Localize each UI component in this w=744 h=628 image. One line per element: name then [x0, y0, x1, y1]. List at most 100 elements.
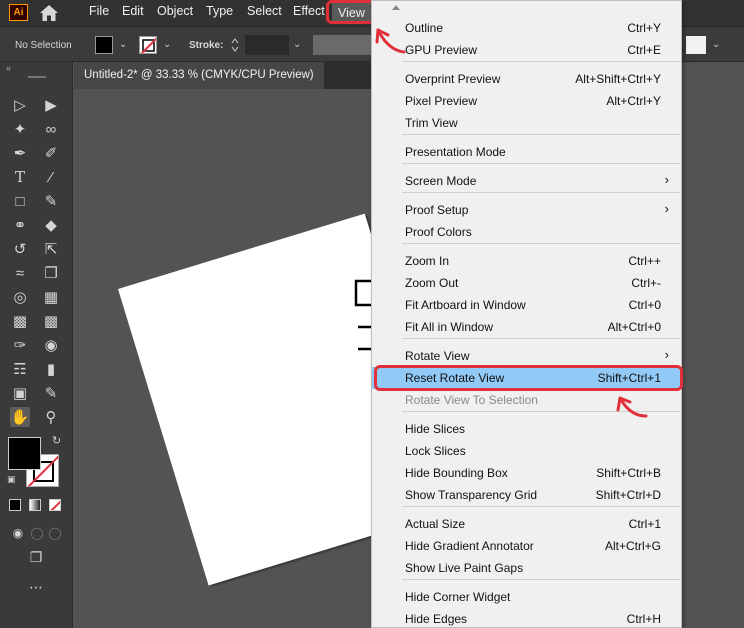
- stepper-icon[interactable]: [230, 36, 240, 54]
- selection-tool-icon[interactable]: ▷: [10, 95, 30, 115]
- menu-item-pixel-preview[interactable]: Pixel Preview Alt+Ctrl+Y: [372, 90, 681, 112]
- panel-grip-icon[interactable]: [28, 76, 46, 78]
- eyedropper-tool-icon[interactable]: ✑: [10, 335, 30, 355]
- chevron-down-icon[interactable]: ⌄: [119, 39, 127, 50]
- menu-item-shortcut: Ctrl+-: [631, 276, 661, 290]
- illustrator-logo-icon: Ai: [9, 4, 28, 21]
- curvature-tool-icon[interactable]: ✐: [41, 143, 61, 163]
- more-tools-icon[interactable]: ⋯: [26, 577, 46, 597]
- menu-item-fit-all-in-window[interactable]: Fit All in Window Alt+Ctrl+0: [372, 316, 681, 338]
- menu-item-label: Presentation Mode: [405, 145, 506, 159]
- artboard-tool-icon[interactable]: ▣: [10, 383, 30, 403]
- menu-object[interactable]: Object: [157, 4, 193, 18]
- gradient-mode-icon[interactable]: [29, 499, 41, 511]
- menu-separator: [402, 579, 680, 580]
- artwork-shape: [354, 279, 374, 351]
- chevron-right-icon: ›: [664, 201, 669, 216]
- slice-tool-icon[interactable]: ✎: [41, 383, 61, 403]
- menu-item-label: Hide Edges: [405, 612, 468, 626]
- color-mode-icon[interactable]: [9, 499, 21, 511]
- eraser-tool-icon[interactable]: ◆: [41, 215, 61, 235]
- menu-item-hide-slices[interactable]: Hide Slices: [372, 418, 681, 440]
- mesh-tool-icon[interactable]: ▩: [10, 311, 30, 331]
- free-transform-tool-icon[interactable]: ❐: [41, 263, 61, 283]
- column-graph-tool-icon[interactable]: ▮: [41, 359, 61, 379]
- menu-item-show-live-paint-gaps[interactable]: Show Live Paint Gaps: [372, 557, 681, 579]
- menu-item-rotate-view[interactable]: Rotate View ›: [372, 345, 681, 367]
- menu-item-screen-mode[interactable]: Screen Mode ›: [372, 170, 681, 192]
- direct-selection-tool-icon[interactable]: ▶: [41, 95, 61, 115]
- menu-effect[interactable]: Effect: [293, 4, 325, 18]
- menu-item-zoom-out[interactable]: Zoom Out Ctrl+-: [372, 272, 681, 294]
- zoom-tool-icon[interactable]: ⚲: [41, 407, 61, 427]
- menu-edit[interactable]: Edit: [122, 4, 144, 18]
- reset-rotate-highlight-box: [374, 365, 683, 391]
- menu-item-presentation-mode[interactable]: Presentation Mode: [372, 141, 681, 163]
- menu-item-gpu-preview[interactable]: GPU Preview Ctrl+E: [372, 39, 681, 61]
- menu-item-show-transparency-grid[interactable]: Show Transparency Grid Shift+Ctrl+D: [372, 484, 681, 506]
- canvas[interactable]: [74, 89, 374, 628]
- annotation-arrow-icon: [616, 396, 648, 418]
- menu-item-label: Fit Artboard in Window: [405, 298, 526, 312]
- menu-separator: [402, 506, 680, 507]
- scale-tool-icon[interactable]: ⇱: [41, 239, 61, 259]
- chevron-down-icon[interactable]: ⌄: [293, 39, 301, 50]
- fill-swatch[interactable]: [95, 36, 113, 54]
- menu-item-hide-corner-widget[interactable]: Hide Corner Widget: [372, 586, 681, 608]
- stroke-swatch[interactable]: [139, 36, 157, 54]
- menu-item-hide-bounding-box[interactable]: Hide Bounding Box Shift+Ctrl+B: [372, 462, 681, 484]
- menu-item-hide-edges[interactable]: Hide Edges Ctrl+H: [372, 608, 681, 628]
- menu-item-fit-artboard-in-window[interactable]: Fit Artboard in Window Ctrl+0: [372, 294, 681, 316]
- menu-select[interactable]: Select: [247, 4, 282, 18]
- menu-item-label: Hide Corner Widget: [405, 590, 511, 604]
- swap-colors-icon[interactable]: ↻: [52, 434, 61, 447]
- chevron-down-icon[interactable]: ⌄: [163, 39, 171, 50]
- menu-item-outline[interactable]: Outline Ctrl+Y: [372, 17, 681, 39]
- menu-item-proof-setup[interactable]: Proof Setup ›: [372, 199, 681, 221]
- shaper-tool-icon[interactable]: ⚭: [10, 215, 30, 235]
- hand-tool-icon[interactable]: ✋: [10, 407, 30, 427]
- menu-file[interactable]: File: [89, 4, 109, 18]
- stroke-weight-field[interactable]: [245, 35, 289, 55]
- menu-type[interactable]: Type: [206, 4, 233, 18]
- menu-item-shortcut: Shift+Ctrl+D: [595, 488, 661, 502]
- blend-tool-icon[interactable]: ◉: [41, 335, 61, 355]
- default-colors-icon[interactable]: ▣: [7, 474, 16, 485]
- menu-item-trim-view[interactable]: Trim View: [372, 112, 681, 134]
- none-mode-icon[interactable]: [49, 499, 61, 511]
- draw-inside-icon[interactable]: ◯: [45, 523, 65, 543]
- menu-separator: [402, 134, 680, 135]
- lasso-tool-icon[interactable]: ∞: [41, 119, 61, 139]
- style-swatch[interactable]: [686, 36, 706, 54]
- warp-tool-icon[interactable]: ≈: [10, 263, 30, 283]
- document-tab[interactable]: Untitled-2* @ 33.33 % (CMYK/CPU Preview): [74, 62, 324, 89]
- shape-builder-tool-icon[interactable]: ◎: [10, 287, 30, 307]
- line-tool-icon[interactable]: ⁄: [41, 167, 61, 187]
- variable-width-profile[interactable]: [313, 35, 373, 55]
- scroll-up-icon[interactable]: [392, 5, 400, 10]
- rotate-tool-icon[interactable]: ↺: [10, 239, 30, 259]
- magic-wand-tool-icon[interactable]: ✦: [10, 119, 30, 139]
- menu-item-lock-slices[interactable]: Lock Slices: [372, 440, 681, 462]
- menu-item-actual-size[interactable]: Actual Size Ctrl+1: [372, 513, 681, 535]
- menu-item-shortcut: Ctrl+E: [627, 43, 661, 57]
- home-icon[interactable]: [39, 4, 59, 22]
- gradient-tool-icon[interactable]: ▩: [41, 311, 61, 331]
- menu-item-proof-colors[interactable]: Proof Colors: [372, 221, 681, 243]
- draw-normal-icon[interactable]: ◉: [8, 523, 28, 543]
- chevron-down-icon[interactable]: ⌄: [712, 39, 720, 50]
- menu-item-hide-gradient-annotator[interactable]: Hide Gradient Annotator Alt+Ctrl+G: [372, 535, 681, 557]
- pen-tool-icon[interactable]: ✒: [10, 143, 30, 163]
- menu-item-zoom-in[interactable]: Zoom In Ctrl++: [372, 250, 681, 272]
- perspective-grid-tool-icon[interactable]: ▦: [41, 287, 61, 307]
- screen-mode-icon[interactable]: ❐: [26, 547, 46, 567]
- draw-behind-icon[interactable]: ◯: [27, 523, 47, 543]
- menu-item-label: Pixel Preview: [405, 94, 478, 108]
- paintbrush-tool-icon[interactable]: ✎: [41, 191, 61, 211]
- selection-status: No Selection: [15, 40, 72, 51]
- collapse-panel-icon[interactable]: «: [6, 63, 11, 73]
- type-tool-icon[interactable]: T: [10, 167, 30, 187]
- symbol-sprayer-tool-icon[interactable]: ☶: [10, 359, 30, 379]
- rectangle-tool-icon[interactable]: □: [10, 191, 30, 211]
- menu-item-overprint-preview[interactable]: Overprint Preview Alt+Shift+Ctrl+Y: [372, 68, 681, 90]
